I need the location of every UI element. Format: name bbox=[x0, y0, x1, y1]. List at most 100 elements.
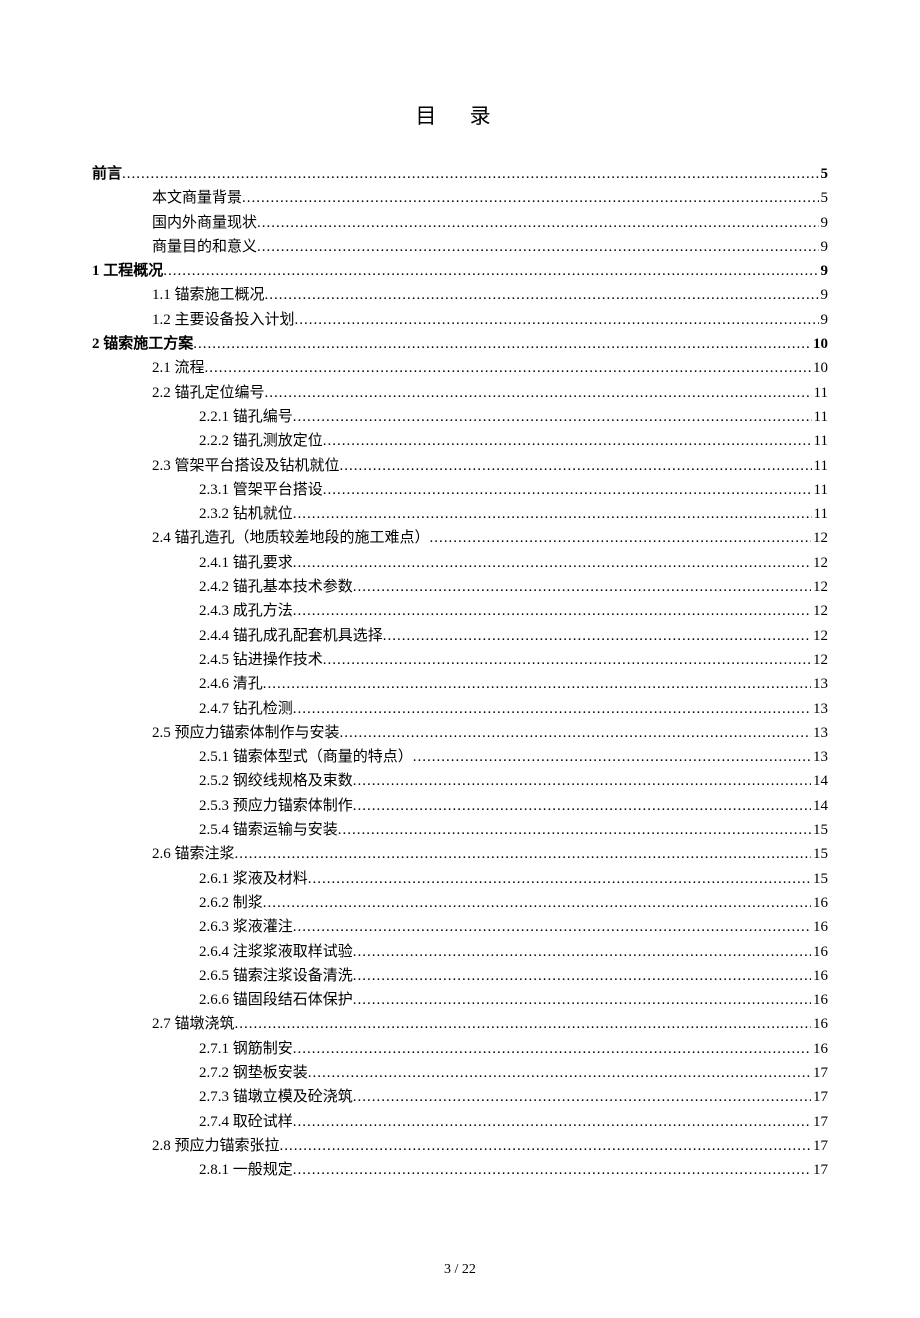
toc-label: 2.5.4 锚索运输与安装 bbox=[199, 818, 338, 842]
toc-label: 2.4 锚孔造孔（地质较差地段的施工难点） bbox=[152, 526, 430, 550]
toc-page: 9 bbox=[819, 259, 829, 283]
toc-leader bbox=[293, 405, 812, 429]
toc-row: 2.3.2 钻机就位 11 bbox=[92, 502, 828, 526]
toc-row: 2 锚索施工方案 10 bbox=[92, 332, 828, 356]
toc-leader bbox=[323, 648, 811, 672]
toc-label: 2.5.1 锚索体型式（商量的特点） bbox=[199, 745, 413, 769]
toc-leader bbox=[280, 1134, 811, 1158]
toc-row: 2.4.2 锚孔基本技术参数12 bbox=[92, 575, 828, 599]
toc-label: 2.2 锚孔定位编号 bbox=[152, 381, 265, 405]
toc-page: 12 bbox=[811, 599, 828, 623]
toc-leader bbox=[293, 1110, 811, 1134]
toc-label: 商量目的和意义 bbox=[152, 235, 257, 259]
toc-label: 2.8 预应力锚索张拉 bbox=[152, 1134, 280, 1158]
toc-row: 2.5.3 预应力锚索体制作14 bbox=[92, 794, 828, 818]
toc-label: 2.5.3 预应力锚索体制作 bbox=[199, 794, 353, 818]
toc-row: 2.4.5 钻进操作技术12 bbox=[92, 648, 828, 672]
toc-label: 1.1 锚索施工概况 bbox=[152, 283, 265, 307]
toc-leader bbox=[257, 211, 818, 235]
toc-row: 2.6.2 制浆 16 bbox=[92, 891, 828, 915]
toc-page: 10 bbox=[811, 332, 828, 356]
toc-label: 2.2.2 锚孔测放定位 bbox=[199, 429, 323, 453]
toc-page: 16 bbox=[811, 891, 828, 915]
toc-label: 2.6 锚索注浆 bbox=[152, 842, 235, 866]
toc-row: 2.7.4 取砼试样17 bbox=[92, 1110, 828, 1134]
toc-label: 2.8.1 一般规定 bbox=[199, 1158, 293, 1182]
toc-label: 2.4.1 锚孔要求 bbox=[199, 551, 293, 575]
toc-page: 15 bbox=[811, 842, 828, 866]
toc-page: 16 bbox=[811, 988, 828, 1012]
toc-label: 2 锚索施工方案 bbox=[92, 332, 193, 356]
toc-row: 2.8.1 一般规定 17 bbox=[92, 1158, 828, 1182]
toc-page: 17 bbox=[811, 1158, 828, 1182]
toc-leader bbox=[338, 818, 811, 842]
toc-leader bbox=[430, 526, 811, 550]
toc-leader bbox=[265, 283, 819, 307]
toc-page: 16 bbox=[811, 1012, 828, 1036]
toc-row: 前言5 bbox=[92, 162, 828, 186]
toc-leader bbox=[308, 1061, 811, 1085]
toc-leader bbox=[193, 332, 811, 356]
toc-leader bbox=[323, 478, 812, 502]
toc-label: 本文商量背景 bbox=[152, 186, 242, 210]
toc-leader bbox=[235, 842, 811, 866]
toc-row: 1 工程概况 9 bbox=[92, 259, 828, 283]
toc-row: 2.2.1 锚孔编号11 bbox=[92, 405, 828, 429]
toc-leader bbox=[205, 356, 811, 380]
toc-leader bbox=[163, 259, 818, 283]
toc-row: 商量目的和意义9 bbox=[92, 235, 828, 259]
toc-row: 2.5.1 锚索体型式（商量的特点）13 bbox=[92, 745, 828, 769]
toc-page: 16 bbox=[811, 915, 828, 939]
toc-page: 12 bbox=[811, 526, 828, 550]
toc-page: 16 bbox=[811, 940, 828, 964]
toc-leader bbox=[323, 429, 812, 453]
toc-page: 15 bbox=[811, 867, 828, 891]
toc-page: 5 bbox=[819, 186, 829, 210]
toc-leader bbox=[353, 769, 811, 793]
toc-label: 2.6.6 锚固段结石体保护 bbox=[199, 988, 353, 1012]
toc-page: 12 bbox=[811, 575, 828, 599]
toc-label: 2.3 管架平台搭设及钻机就位 bbox=[152, 454, 340, 478]
toc-row: 2.7.3 锚墩立模及砼浇筑17 bbox=[92, 1085, 828, 1109]
toc-row: 2.4.3 成孔方法 12 bbox=[92, 599, 828, 623]
toc-row: 2.7.2 钢垫板安装17 bbox=[92, 1061, 828, 1085]
toc-row: 国内外商量现状9 bbox=[92, 211, 828, 235]
toc-label: 1 工程概况 bbox=[92, 259, 163, 283]
toc-page: 13 bbox=[811, 672, 828, 696]
toc-row: 2.6.1 浆液及材料15 bbox=[92, 867, 828, 891]
toc-label: 2.4.7 钻孔检测 bbox=[199, 697, 293, 721]
toc-label: 2.4.6 清孔 bbox=[199, 672, 263, 696]
toc-row: 2.7 锚墩浇筑16 bbox=[92, 1012, 828, 1036]
toc-row: 2.4.7 钻孔检测13 bbox=[92, 697, 828, 721]
toc-label: 2.3.2 钻机就位 bbox=[199, 502, 293, 526]
toc-page: 17 bbox=[811, 1134, 828, 1158]
toc-page: 11 bbox=[812, 405, 828, 429]
toc-row: 2.4 锚孔造孔（地质较差地段的施工难点） 12 bbox=[92, 526, 828, 550]
toc-label: 2.6.5 锚索注浆设备清洗 bbox=[199, 964, 353, 988]
toc-label: 2.4.5 钻进操作技术 bbox=[199, 648, 323, 672]
toc-row: 2.4.6 清孔 13 bbox=[92, 672, 828, 696]
toc-label: 2.6.2 制浆 bbox=[199, 891, 263, 915]
toc-leader bbox=[293, 697, 811, 721]
toc-leader bbox=[308, 867, 811, 891]
toc-row: 1.1 锚索施工概况9 bbox=[92, 283, 828, 307]
toc-row: 2.6.4 注浆浆液取样试验 16 bbox=[92, 940, 828, 964]
toc-row: 2.4.4 锚孔成孔配套机具选择 12 bbox=[92, 624, 828, 648]
toc-label: 2.4.3 成孔方法 bbox=[199, 599, 293, 623]
toc-page: 12 bbox=[811, 624, 828, 648]
toc-leader bbox=[263, 891, 811, 915]
toc-label: 1.2 主要设备投入计划 bbox=[152, 308, 295, 332]
toc-leader bbox=[383, 624, 811, 648]
toc-label: 2.1 流程 bbox=[152, 356, 205, 380]
toc-row: 2.6 锚索注浆 15 bbox=[92, 842, 828, 866]
toc-page: 12 bbox=[811, 551, 828, 575]
toc-label: 国内外商量现状 bbox=[152, 211, 257, 235]
page-footer: 3 / 22 bbox=[92, 1262, 828, 1278]
toc-label: 2.4.4 锚孔成孔配套机具选择 bbox=[199, 624, 383, 648]
toc-page: 11 bbox=[812, 502, 828, 526]
toc-label: 2.6.3 浆液灌注 bbox=[199, 915, 293, 939]
toc-row: 2.3.1 管架平台搭设11 bbox=[92, 478, 828, 502]
toc-row: 本文商量背景 5 bbox=[92, 186, 828, 210]
toc-leader bbox=[353, 940, 811, 964]
toc-label: 2.6.4 注浆浆液取样试验 bbox=[199, 940, 353, 964]
